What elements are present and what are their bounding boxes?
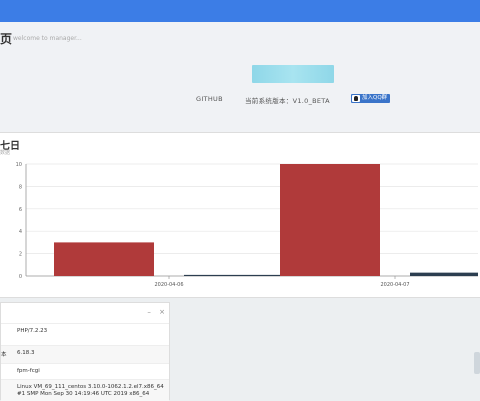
info-value: fpm-fcgi — [17, 368, 40, 374]
close-icon[interactable]: × — [159, 308, 165, 316]
bar — [410, 272, 478, 276]
y-tick-label: 2 — [19, 252, 22, 258]
info-value: PHP/7.2.23 — [17, 328, 48, 334]
page-subtitle: welcome to manager... — [13, 35, 82, 42]
bar — [184, 274, 284, 276]
y-tick-label: 0 — [19, 274, 22, 280]
qq-icon — [352, 95, 360, 102]
github-link[interactable]: GITHUB — [196, 95, 223, 103]
system-info-panel: – × PHP/7.2.23 本 6.18.3 fpm-fcgi Linux V… — [0, 302, 170, 401]
x-tick-label: 2020-04-06 — [154, 282, 183, 288]
redacted-banner — [252, 65, 334, 83]
info-row-os: Linux VM_69_111_centos 3.10.0-1062.1.2.e… — [1, 379, 169, 401]
y-tick-label: 10 — [16, 162, 22, 168]
info-row-php: PHP/7.2.23 — [1, 323, 169, 345]
x-tick-label: 2020-04-07 — [380, 282, 409, 288]
bar — [280, 164, 380, 276]
info-key: 本 — [1, 352, 7, 358]
join-qq-label: 加入QQ群 — [362, 95, 388, 101]
version-label: 当前系统版本：V1.0_BETA — [245, 97, 330, 105]
y-tick-label: 4 — [19, 229, 22, 235]
y-tick-label: 8 — [19, 184, 22, 190]
info-value: 6.18.3 — [17, 350, 35, 356]
y-tick-label: 6 — [19, 207, 22, 213]
panel-controls: – × — [141, 308, 165, 316]
bar — [54, 242, 154, 276]
join-qq-button[interactable]: 加入QQ群 — [351, 94, 391, 103]
top-navbar — [0, 0, 480, 22]
bar-chart: 10 8 6 4 2 0 2020-04-06 2020-04-07 — [16, 162, 478, 288]
info-row-version: 本 6.18.3 — [1, 345, 169, 363]
info-value: Linux VM_69_111_centos 3.10.0-1062.1.2.e… — [17, 384, 164, 397]
minimize-icon[interactable]: – — [147, 308, 151, 316]
scrollbar-thumb[interactable] — [474, 352, 480, 374]
page-title: 页 — [0, 32, 13, 46]
info-row-sapi: fpm-fcgi — [1, 363, 169, 379]
chart-card: 七日 数据 10 8 6 4 2 0 2020-04-06 2020-04-07 — [0, 132, 480, 298]
